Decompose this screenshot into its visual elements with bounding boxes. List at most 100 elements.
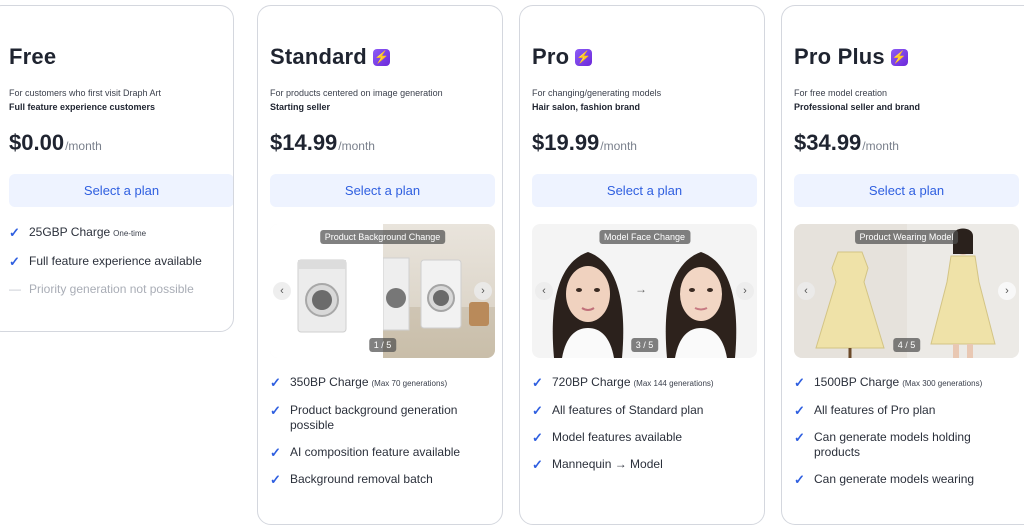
feature-item: ✓ All features of Pro plan [794,403,1019,418]
check-icon: ✓ [532,457,543,472]
feature-text: Model features available [552,430,683,444]
plan-description: For free model creation [794,88,888,98]
feature-text: 350BP Charge (Max 70 generations) [290,375,448,389]
plan-price: $34.99 [794,130,862,155]
select-plan-button[interactable]: Select a plan [532,174,757,207]
check-icon: ✓ [270,403,281,418]
slide-label: Product Wearing Model [854,230,959,244]
feature-text: AI composition feature available [290,445,461,459]
price-period: /month [65,139,102,153]
plan-subtitle: Full feature experience customers [9,102,156,112]
feature-item: ✓ 350BP Charge (Max 70 generations) [270,375,490,391]
plan-title-row: Pro Plus ⚡ [794,42,1019,72]
feature-text: Background removal batch [290,472,433,486]
check-icon: ✓ [9,254,20,269]
dash-icon: — [9,282,21,296]
feature-item: ✓ 720BP Charge (Max 144 generations) [532,375,752,391]
feature-item: ✓ Product background generation possible [270,403,490,433]
feature-item: ✓ AI composition feature available [270,445,490,460]
feature-list: ✓ 25GBP Charge One-time ✓ Full feature ex… [9,225,221,297]
select-plan-button[interactable]: Select a plan [9,174,233,207]
feature-note: (Max 144 generations) [633,379,714,388]
check-icon: ✓ [270,472,281,487]
image-slider: Product Wearing Model ‹ › 4 / 5 [794,224,1019,358]
plan-price: $14.99 [270,130,338,155]
feature-text: 720BP Charge (Max 144 generations) [552,375,714,389]
feature-list: ✓ 350BP Charge (Max 70 generations) ✓ Pro… [270,375,490,487]
slide-label: Model Face Change [598,230,691,244]
chevron-right-icon[interactable]: › [736,282,754,300]
feature-text: Full feature experience available [29,254,202,268]
feature-text: All features of Pro plan [814,403,936,417]
check-icon: ✓ [794,472,805,487]
feature-list: ✓ 1500BP Charge (Max 300 generations) ✓ A… [794,375,1019,487]
price-period: /month [862,139,899,153]
feature-text: Product background generation possible [290,403,458,432]
plan-card-pro: Pro ⚡ For changing/generating models Hai… [519,5,765,525]
feature-item: ✓ Can generate models wearing [794,472,1019,487]
plan-price: $0.00 [9,130,65,155]
feature-note: (Max 300 generations) [902,379,983,388]
price-row: $0.00 /month [9,130,221,156]
chevron-left-icon[interactable]: ‹ [273,282,291,300]
feature-text: All features of Standard plan [552,403,704,417]
feature-item: ✓ Mannequin → Model [532,457,752,472]
plan-subtitle: Professional seller and brand [794,102,921,112]
check-icon: ✓ [794,430,805,445]
lightning-bolt-icon: ⚡ [575,48,593,66]
feature-item: ✓ 25GBP Charge One-time [9,225,221,241]
check-icon: ✓ [9,225,20,240]
plan-name: Pro [532,44,570,69]
arrow-right-icon: → [635,282,647,296]
plan-card-free: Free For customers who first visit Draph… [0,5,234,332]
plan-price: $19.99 [532,130,600,155]
price-period: /month [600,139,637,153]
plan-subtitle: Starting seller [270,102,331,112]
image-slider: Product Background Change ‹ › 1 / 5 [270,224,495,358]
price-row: $34.99 /month [794,130,1019,156]
feature-item: ✓ Full feature experience available [9,254,221,269]
feature-item: ✓ 1500BP Charge (Max 300 generations) [794,375,1019,391]
plan-title-row: Free [9,42,221,72]
feature-text: Mannequin → Model [552,457,663,471]
feature-item: ✓ Background removal batch [270,472,490,487]
feature-text: Can generate models holding products [814,430,971,459]
plan-name: Standard [270,44,367,69]
slide-counter: 3 / 5 [630,338,659,352]
plan-name: Pro Plus [794,44,885,69]
plan-description: For products centered on image generatio… [270,88,443,98]
slide-label: Product Background Change [319,230,446,244]
plan-subtitle: Hair salon, fashion brand [532,102,641,112]
plan-description: For changing/generating models [532,88,662,98]
price-row: $19.99 /month [532,130,752,156]
chevron-right-icon[interactable]: › [474,282,492,300]
select-plan-button[interactable]: Select a plan [794,174,1019,207]
check-icon: ✓ [794,375,805,390]
lightning-bolt-icon: ⚡ [372,48,390,66]
chevron-left-icon[interactable]: ‹ [535,282,553,300]
feature-text: 25GBP Charge One-time [29,225,147,239]
check-icon: ✓ [270,375,281,390]
plan-description: For customers who first visit Draph Art [9,88,162,98]
check-icon: ✓ [270,445,281,460]
check-icon: ✓ [794,403,805,418]
feature-item-disabled: — Priority generation not possible [9,282,221,297]
slide-counter: 4 / 5 [892,338,921,352]
feature-item: ✓ Can generate models holding products [794,430,1019,460]
feature-text: Can generate models wearing [814,472,975,486]
plan-card-standard: Standard ⚡ For products centered on imag… [257,5,503,525]
price-period: /month [338,139,375,153]
feature-list: ✓ 720BP Charge (Max 144 generations) ✓ Al… [532,375,752,472]
check-icon: ✓ [532,430,543,445]
image-slider: → Model Face Change ‹ › 3 / 5 [532,224,757,358]
chevron-left-icon[interactable]: ‹ [797,282,815,300]
plan-name: Free [9,44,57,69]
feature-note: One-time [113,229,147,238]
feature-item: ✓ Model features available [532,430,752,445]
feature-text: Priority generation not possible [29,282,194,296]
check-icon: ✓ [532,375,543,390]
plan-title-row: Pro ⚡ [532,42,752,72]
plan-title-row: Standard ⚡ [270,42,490,72]
chevron-right-icon[interactable]: › [998,282,1016,300]
select-plan-button[interactable]: Select a plan [270,174,495,207]
